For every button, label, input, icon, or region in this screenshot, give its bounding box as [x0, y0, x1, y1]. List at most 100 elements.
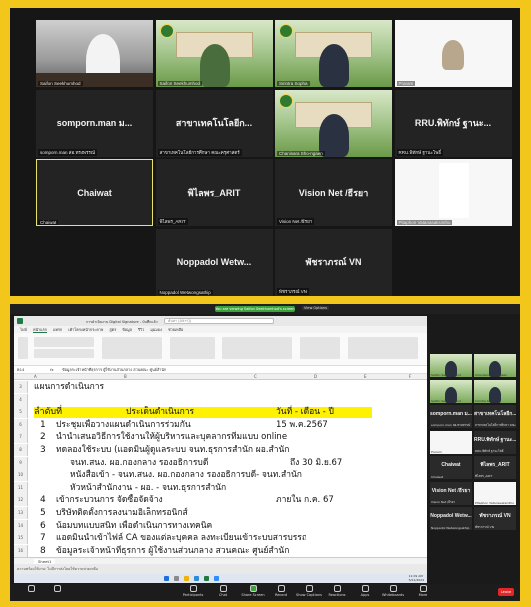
paste-button[interactable] — [18, 337, 28, 359]
cell-activity[interactable]: จนท.สนง. ผอ.กองกลาง รองอธิการบดี — [70, 457, 208, 469]
ribbon-tab[interactable]: ช่วยเหลือ — [168, 327, 183, 332]
video-tile[interactable]: พิไลพร_ARIT พิไลพร_ARIT — [155, 159, 273, 226]
ribbon-tab[interactable]: เค้าโครงหน้ากระดาษ — [68, 327, 103, 332]
row-number[interactable]: 4 — [14, 393, 28, 406]
toolbar-show-captions-button[interactable]: Show Captions — [296, 585, 322, 597]
sheet-row[interactable]: 11 หัวหน้าสำนักงาน - ผอ. - จนท.ธุรการสำนั… — [14, 481, 427, 494]
cell-activity[interactable]: แอดมินนำเข้าไฟล์ CA ของแต่ละบุคคล ลงทะเบ… — [56, 532, 306, 544]
cell-date[interactable]: วันที่ - เดือน - ปี — [276, 406, 334, 418]
side-video-tile[interactable]: Vision Net /ธีรยา Vision Net /ธีรยา — [430, 481, 472, 505]
sheet-row[interactable]: 9 จนท.สนง. ผอ.กองกลาง รองอธิการบดี ถึง 30 … — [14, 456, 427, 469]
cells-group[interactable] — [300, 337, 340, 359]
row-number[interactable]: 7 — [14, 431, 28, 444]
editing-group[interactable] — [348, 337, 418, 359]
sheet-row[interactable]: 5 ลำดับที่ ประเด็นดำเนินการ วันที่ - เดือน … — [14, 406, 427, 419]
video-tile[interactable]: Sirintra Sopha — [275, 20, 392, 87]
font-style-group[interactable] — [34, 349, 94, 358]
toolbar-more-button[interactable]: More — [410, 585, 436, 597]
sheet-grid[interactable]: ABCDEF 3 แผนการดำเนินการ 4 5 ลำดับที่ ประเด็น… — [14, 374, 427, 557]
side-video-tile[interactable]: Pitaphon Vatanasaksinthu — [474, 481, 516, 505]
side-video-tile[interactable]: Saifon Seekhumhod — [430, 354, 472, 377]
cell-activity[interactable]: ประชุมเพื่อวางแผนดำเนินการร่วมกัน — [56, 419, 191, 431]
cell-activity[interactable]: ทดลองใช้ระบบ (แอดมินผู้ดูแลระบบ จนท.ธุรก… — [56, 444, 289, 456]
cell-number[interactable]: 4 — [40, 494, 46, 506]
cell-activity[interactable]: หนังสือเข้า - จนท.สนง. ผอ.กองกลาง รองอธิ… — [70, 469, 302, 481]
number-group[interactable] — [170, 337, 215, 359]
row-number[interactable]: 9 — [14, 456, 28, 469]
row-number[interactable]: 3 — [14, 381, 28, 393]
video-tile[interactable]: Saifon Seekhumhod — [36, 20, 153, 87]
cell-date[interactable]: ถึง 30 มิ.ย.67 — [290, 457, 342, 469]
row-number[interactable]: 10 — [14, 469, 28, 482]
toolbar-chat-button[interactable]: Chat — [210, 585, 236, 597]
column-header[interactable]: B — [124, 374, 127, 380]
sheet-row[interactable]: 15 7 แอดมินนำเข้าไฟล์ CA ของแต่ละบุคคล ลงท… — [14, 532, 427, 545]
video-tile[interactable]: Chaiwat Chaiwat — [36, 159, 153, 226]
column-header[interactable]: C — [254, 374, 257, 380]
toolbar-record-button[interactable]: Record — [268, 585, 294, 597]
sheet-row[interactable]: 8 3 ทดลองใช้ระบบ (แอดมินผู้ดูแลระบบ จนท.ธุ… — [14, 444, 427, 456]
toolbar-share-screen-button[interactable]: Share Screen — [240, 585, 266, 597]
sheet-row[interactable]: 6 1 ประชุมเพื่อวางแผนดำเนินการร่วมกัน 15 พ.… — [14, 418, 427, 431]
sheet-row[interactable]: 7 2 นำนำเสนอวิธีการใช้งานให้ผู้บริหารและบุ… — [14, 431, 427, 444]
sheet-row[interactable]: 3 แผนการดำเนินการ — [14, 381, 427, 393]
toolbar-apps-button[interactable]: Apps — [352, 585, 378, 597]
cell-number[interactable]: ลำดับที่ — [34, 406, 62, 418]
video-tile[interactable]: Praram — [394, 20, 512, 87]
video-tile[interactable]: somporn.man ม... somporn.man สอ.ทรงพรรณ์ — [36, 89, 153, 157]
video-tile[interactable]: Saifon Seekhumhod — [155, 20, 273, 87]
video-tile[interactable]: พัชราภรณ์ VN พัชราภรณ์ VN — [275, 228, 392, 296]
video-tile[interactable]: Pitaphon Vatanasaksinthu — [394, 159, 512, 226]
row-number[interactable]: 6 — [14, 418, 28, 431]
ribbon-tab[interactable]: ข้อมูล — [122, 327, 132, 332]
ribbon-tab[interactable]: ไฟล์ — [20, 327, 27, 332]
column-header[interactable]: A — [34, 374, 37, 380]
cell-number[interactable]: 8 — [40, 545, 46, 557]
row-number[interactable]: 12 — [14, 494, 28, 507]
video-tile[interactable]: Noppadol Wetw... Noppadol Wetwongsathip — [155, 228, 273, 296]
side-video-tile[interactable]: somporn.man ม... somporn.man สอ.ทรงพรรณ์ — [430, 405, 472, 428]
video-tile[interactable]: สาขาเทคโนโลยีก... สาขาเทคโนโลยีการศึกษา ค… — [155, 89, 273, 157]
row-number[interactable]: 15 — [14, 532, 28, 545]
cell-activity[interactable]: ข้อมูลระเจ้าหน้าที่ธุรการ ผู้ใช้งานส่วนก… — [56, 545, 289, 557]
toolbar-reactions-button[interactable]: Reactions — [324, 585, 350, 597]
mute-button[interactable] — [18, 585, 44, 593]
cell-date[interactable]: 15 พ.ค.2567 — [276, 419, 328, 431]
side-video-tile[interactable]: RRU.พิทักษ์ ฐานะ... RRU.พิทักษ์ ฐานะโพธิ์ — [474, 430, 516, 454]
video-tile[interactable]: RRU.พิทักษ์ ฐานะ... RRU.พิทักษ์ ฐานะโพธิ์ — [394, 89, 512, 157]
cell-number[interactable]: 2 — [40, 431, 46, 443]
explorer-icon[interactable] — [184, 576, 189, 581]
side-video-tile[interactable]: พัชราภรณ์ VN พัชราภรณ์ VN — [474, 507, 516, 530]
side-video-tile[interactable]: Saifon Seekhumhod — [430, 379, 472, 403]
ribbon-tab[interactable]: สูตร — [109, 327, 116, 332]
leave-button[interactable]: Leave — [498, 588, 514, 596]
zoom-taskbar-icon[interactable] — [214, 576, 219, 581]
cell-activity[interactable]: บริษัทติดตั้งการลงนามอิเล็กทรอนิกส์ — [56, 507, 188, 519]
formula-input[interactable]: ข้อมูลระเจ้าหน้าที่ธุรการ ผู้ใช้งานส่วนก… — [62, 366, 166, 374]
row-number[interactable]: 8 — [14, 444, 28, 456]
row-number[interactable]: 14 — [14, 519, 28, 532]
alignment-group[interactable] — [102, 337, 162, 359]
video-button[interactable] — [44, 585, 70, 593]
cell-number[interactable]: 7 — [40, 532, 46, 544]
cell-activity[interactable]: ประเด็นดำเนินการ — [126, 406, 194, 418]
toolbar-participants-button[interactable]: Participants — [180, 585, 206, 597]
row-number[interactable]: 16 — [14, 544, 28, 557]
name-box[interactable]: B14 — [17, 366, 45, 374]
ribbon-tab[interactable]: แทรก — [53, 327, 62, 332]
ribbon-tab[interactable]: รีวิว — [138, 327, 144, 332]
cell-number[interactable]: 5 — [40, 507, 46, 519]
sheet-row[interactable]: 13 5 บริษัทติดตั้งการลงนามอิเล็กทรอนิกส์ — [14, 507, 427, 519]
windows-start-icon[interactable] — [164, 576, 169, 581]
side-video-tile[interactable]: พิไลพร_ARIT พิไลพร_ARIT — [474, 456, 516, 479]
cell-number[interactable]: 3 — [40, 444, 46, 456]
side-video-tile[interactable]: Chanisara Sho-ngaen — [474, 354, 516, 377]
cell-activity[interactable]: นำนำเสนอวิธีการใช้งานให้ผู้บริหารและบุคล… — [56, 431, 287, 443]
column-header[interactable]: D — [314, 374, 317, 380]
video-tile[interactable]: Vision Net /ธีรยา Vision Net /ธีรยา — [275, 159, 392, 226]
sheet-row[interactable]: 16 8 ข้อมูลระเจ้าหน้าที่ธุรการ ผู้ใช้งานส่… — [14, 544, 427, 557]
cell-activity[interactable]: เข้ากระบวนการ จัดซื้อจัดจ้าง — [56, 494, 163, 506]
styles-group[interactable] — [222, 337, 292, 359]
column-header[interactable]: F — [409, 374, 411, 380]
side-video-tile[interactable]: Chaiwat Chaiwat — [430, 456, 472, 479]
